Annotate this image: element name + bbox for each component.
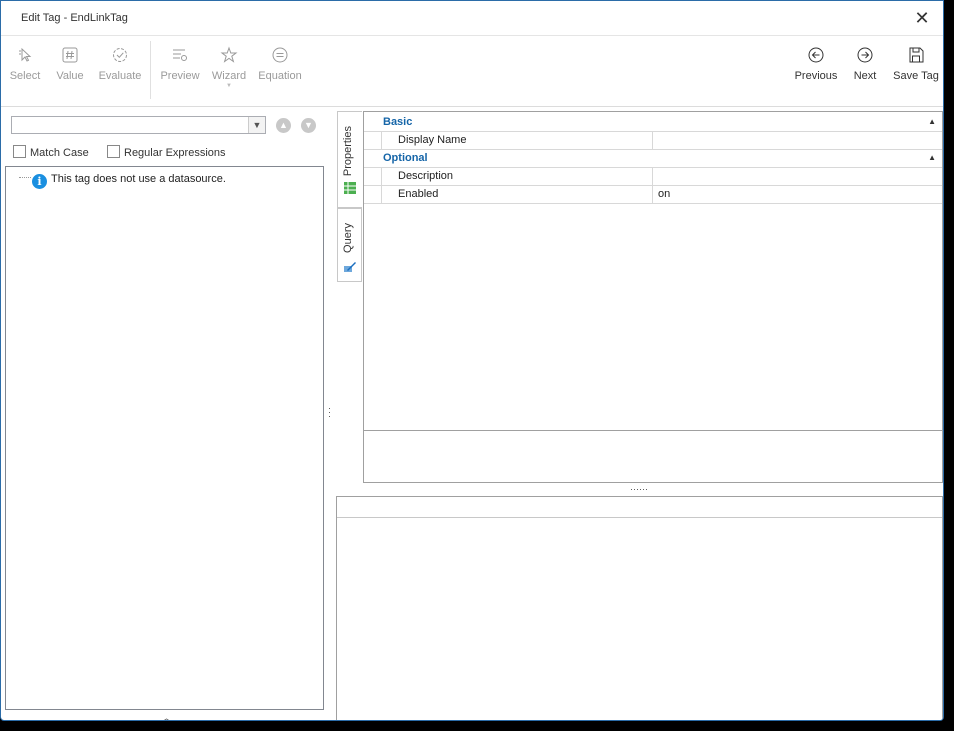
value-label: Value <box>56 70 84 82</box>
property-row-description[interactable]: Description <box>364 167 942 186</box>
match-case-box[interactable] <box>13 145 26 158</box>
info-icon: i <box>32 174 47 189</box>
window-title: Edit Tag - EndLinkTag <box>21 12 128 24</box>
next-label: Next <box>853 70 877 82</box>
property-description-panel <box>364 430 942 483</box>
property-grid: Basic ▲ Display Name Optional ▲ Descript… <box>363 111 943 483</box>
tree-item[interactable]: i This tag does not use a datasource. <box>19 170 226 189</box>
evaluate-label: Evaluate <box>98 70 142 82</box>
side-tabs: Properties Query <box>337 111 363 283</box>
regex-label: Regular Expressions <box>124 147 226 159</box>
cursor-icon <box>19 47 32 62</box>
property-row-display-name[interactable]: Display Name <box>364 131 942 150</box>
equation-icon <box>272 47 288 63</box>
query-pencil-icon <box>344 262 356 272</box>
preview-label: Preview <box>160 70 200 82</box>
save-tag-button[interactable]: Save Tag <box>891 42 941 98</box>
wizard-label: Wizard <box>211 70 247 82</box>
wizard-dropdown-icon[interactable]: ▼ <box>209 83 249 89</box>
arrow-right-circle-icon <box>857 47 873 63</box>
category-basic-label: Basic <box>383 116 413 128</box>
properties-grid-icon <box>344 182 356 194</box>
preview-list-icon <box>173 49 187 61</box>
arrow-left-circle-icon <box>808 47 824 63</box>
regex-checkbox[interactable]: Regular Expressions <box>107 145 226 161</box>
evaluate-button[interactable]: Evaluate <box>97 42 143 98</box>
property-row-enabled[interactable]: Enabled on <box>364 185 942 204</box>
toolbar-separator <box>150 41 151 99</box>
preview-button[interactable]: Preview <box>159 42 201 98</box>
value-button[interactable]: Value <box>53 42 87 98</box>
edit-tag-window: Edit Tag - EndLinkTag ✕ Select Value Eva… <box>0 0 944 721</box>
close-button[interactable]: ✕ <box>911 7 933 29</box>
find-next-icon[interactable]: ▼ <box>301 118 316 133</box>
property-value[interactable]: on <box>656 185 670 203</box>
title-bar: Edit Tag - EndLinkTag ✕ <box>1 1 943 36</box>
left-pane: ▼ ▲ ▼ Match Case Regular Expressions i Th… <box>5 110 324 720</box>
match-case-checkbox[interactable]: Match Case <box>13 145 89 161</box>
next-button[interactable]: Next <box>850 42 880 98</box>
match-case-label: Match Case <box>30 147 89 159</box>
collapse-triangle-icon[interactable]: ▲ <box>928 149 936 167</box>
bottom-panel-header <box>337 497 942 518</box>
horizontal-splitter[interactable]: ······ <box>630 485 648 494</box>
property-name: Enabled <box>381 185 653 203</box>
toolbar: Select Value Evaluate Preview Wizard ▼ E… <box>1 36 943 107</box>
save-disk-icon <box>909 47 924 63</box>
tab-query[interactable]: Query <box>337 208 362 282</box>
bottom-panel <box>336 496 943 720</box>
collapse-up-icon[interactable]: ︿ <box>162 711 171 720</box>
collapse-triangle-icon[interactable]: ▲ <box>928 113 936 131</box>
tab-properties-label: Properties <box>342 126 354 177</box>
wizard-button[interactable]: Wizard ▼ <box>209 42 249 98</box>
tree-connector <box>19 177 31 178</box>
category-optional-label: Optional <box>383 152 428 164</box>
regex-box[interactable] <box>107 145 120 158</box>
property-name: Display Name <box>381 131 653 149</box>
datasource-tree[interactable]: i This tag does not use a datasource. <box>5 166 324 710</box>
previous-button[interactable]: Previous <box>793 42 839 98</box>
save-tag-label: Save Tag <box>893 70 939 82</box>
hash-icon <box>62 47 78 63</box>
search-combobox[interactable]: ▼ <box>11 116 266 134</box>
equation-label: Equation <box>258 70 302 82</box>
find-previous-icon[interactable]: ▲ <box>276 118 291 133</box>
select-button[interactable]: Select <box>7 42 43 98</box>
category-basic[interactable]: Basic ▲ <box>364 113 942 132</box>
vertical-splitter[interactable]: · · · <box>328 404 331 422</box>
check-badge-icon <box>113 48 127 62</box>
tab-properties[interactable]: Properties <box>337 111 362 208</box>
previous-label: Previous <box>794 70 838 82</box>
wizard-star-icon <box>220 46 238 63</box>
category-optional[interactable]: Optional ▲ <box>364 149 942 168</box>
tab-query-label: Query <box>342 223 354 253</box>
property-name: Description <box>381 167 653 185</box>
equation-button[interactable]: Equation <box>257 42 303 98</box>
chevron-down-icon[interactable]: ▼ <box>248 117 265 133</box>
select-label: Select <box>9 70 41 82</box>
tree-item-label: This tag does not use a datasource. <box>51 173 226 185</box>
